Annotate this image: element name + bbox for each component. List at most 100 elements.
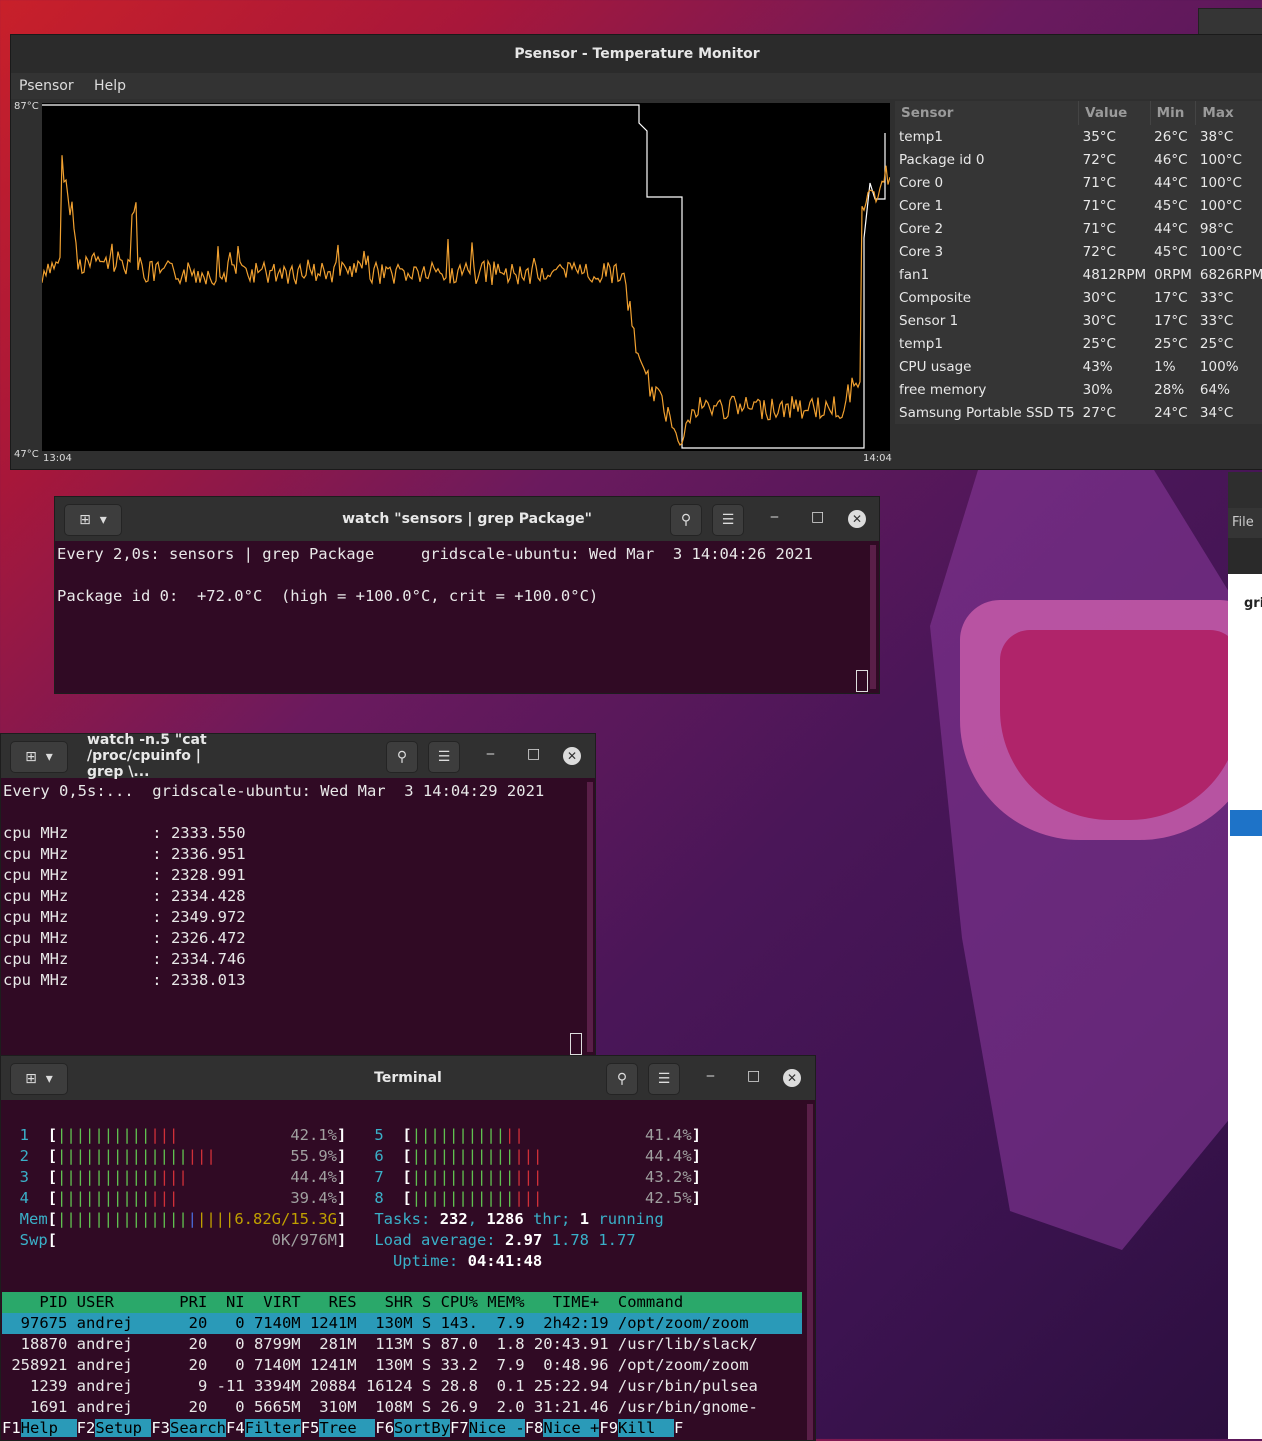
psensor-title: Psensor - Temperature Monitor xyxy=(11,35,1262,73)
fkey-number[interactable]: F9 xyxy=(599,1419,618,1437)
sensor-row[interactable]: Package id 0 72°C 46°C 100°C xyxy=(895,148,1262,171)
terminal1-output[interactable]: Every 2,0s: sensors | grep Package grids… xyxy=(55,541,879,607)
menu-psensor[interactable]: Psensor xyxy=(19,78,74,94)
sensor-name: Core 3 xyxy=(899,243,944,260)
terminal-htop[interactable]: ⊞ ▾ Terminal ⚲ ☰ ‒ □ ✕ 1 [||||||||||||| … xyxy=(0,1055,816,1441)
scrollbar[interactable] xyxy=(587,782,593,1052)
sensor-row[interactable]: Core 3 72°C 45°C 100°C xyxy=(895,240,1262,263)
fkey-label[interactable]: Tree xyxy=(319,1419,376,1437)
process-row[interactable]: 1239 andrej 9 -11 3394M 20884 16124 S 28… xyxy=(2,1376,802,1397)
fkey-number[interactable]: F5 xyxy=(301,1419,320,1437)
fkey-number[interactable]: F7 xyxy=(450,1419,469,1437)
sensor-name: temp1 xyxy=(899,335,943,352)
load-15: 1.77 xyxy=(598,1231,636,1249)
close-button[interactable]: ✕ xyxy=(783,1069,801,1087)
temperature-graph[interactable] xyxy=(42,103,890,451)
fkey-label[interactable]: Filter xyxy=(244,1419,301,1437)
fkey-label[interactable]: Help xyxy=(20,1419,77,1437)
cpu-percent: 42.1% xyxy=(290,1126,338,1144)
terminal-line: Every 0,5s:... gridscale-ubuntu: Wed Mar… xyxy=(3,782,545,800)
hamburger-menu-button[interactable]: ☰ xyxy=(428,741,460,773)
process-row[interactable]: 258921 andrej 20 0 7140M 1241M 130M S 33… xyxy=(2,1355,802,1376)
terminal2-title: watch -n.5 "cat /proc/cpuinfo | grep \..… xyxy=(87,732,207,780)
minimize-button[interactable]: ‒ xyxy=(770,509,779,525)
fkey-number[interactable]: F xyxy=(674,1419,683,1437)
sensor-row[interactable]: Sensor 1 30°C 17°C 33°C xyxy=(895,309,1262,332)
sensor-value: 72°C xyxy=(1082,151,1116,168)
fkey-number[interactable]: F4 xyxy=(226,1419,245,1437)
right-window-selected-item[interactable] xyxy=(1230,810,1262,836)
sensor-name: Package id 0 xyxy=(899,151,985,168)
sensor-max: 34°C xyxy=(1199,404,1234,421)
hamburger-menu-button[interactable]: ☰ xyxy=(648,1063,680,1095)
col-max[interactable]: Max xyxy=(1195,101,1262,125)
sensor-row[interactable]: fan1 4812RPM 0RPM 6826RPM xyxy=(895,263,1262,286)
sensor-row[interactable]: Composite 30°C 17°C 33°C xyxy=(895,286,1262,309)
sensor-max: 33°C xyxy=(1199,289,1234,306)
minimize-button[interactable]: ‒ xyxy=(486,746,495,762)
sensor-max: 98°C xyxy=(1199,220,1234,237)
new-tab-button[interactable]: ⊞ ▾ xyxy=(10,1063,68,1095)
new-tab-button[interactable]: ⊞ ▾ xyxy=(10,741,68,773)
sensor-row[interactable]: temp1 35°C 26°C 38°C xyxy=(895,125,1262,148)
fkey-label[interactable]: Setup xyxy=(95,1419,152,1437)
maximize-button[interactable]: □ xyxy=(527,746,540,762)
scrollbar[interactable] xyxy=(807,1104,813,1440)
sensor-row[interactable]: Samsung Portable SSD T5 27°C 24°C 34°C xyxy=(895,401,1262,424)
fkey-label[interactable]: Kill xyxy=(618,1419,675,1437)
htop-output[interactable]: 1 [||||||||||||| 42.1%] 5 [|||||||||||| … xyxy=(1,1100,815,1438)
col-value[interactable]: Value xyxy=(1078,101,1151,125)
psensor-window[interactable]: Psensor - Temperature Monitor Psensor He… xyxy=(10,34,1262,470)
terminal-watch-cpuinfo[interactable]: ⊞ ▾ watch -n.5 "cat /proc/cpuinfo | grep… xyxy=(0,732,596,1057)
terminal3-title: Terminal xyxy=(374,1070,442,1086)
fkey-number[interactable]: F8 xyxy=(525,1419,544,1437)
search-button[interactable]: ⚲ xyxy=(386,741,418,773)
process-row[interactable]: 18870 andrej 20 0 8799M 281M 113M S 87.0… xyxy=(2,1334,802,1355)
threads-count: 1286 xyxy=(486,1210,524,1228)
sensor-max: 38°C xyxy=(1199,128,1234,145)
scrollbar[interactable] xyxy=(870,545,876,689)
menu-icon: ☰ xyxy=(657,1071,671,1087)
terminal3-headerbar: ⊞ ▾ Terminal ⚲ ☰ ‒ □ ✕ xyxy=(1,1056,815,1100)
sensor-row[interactable]: Core 2 71°C 44°C 98°C xyxy=(895,217,1262,240)
fkey-number[interactable]: F6 xyxy=(375,1419,394,1437)
terminal2-output[interactable]: Every 0,5s:... gridscale-ubuntu: Wed Mar… xyxy=(1,778,595,991)
chevron-down-icon: ▾ xyxy=(45,749,53,765)
fkey-label[interactable]: Nice + xyxy=(543,1419,600,1437)
fkey-label[interactable]: SortBy xyxy=(394,1419,451,1437)
fkey-number[interactable]: F1 xyxy=(2,1419,21,1437)
sensor-row[interactable]: free memory 30% 28% 64% xyxy=(895,378,1262,401)
terminal-line: cpu MHz : 2334.746 xyxy=(3,950,246,968)
menu-help[interactable]: Help xyxy=(94,78,126,94)
sensor-row[interactable]: Core 0 71°C 44°C 100°C xyxy=(895,171,1262,194)
col-sensor[interactable]: Sensor xyxy=(895,101,1080,125)
text-cursor xyxy=(570,1033,582,1055)
close-button[interactable]: ✕ xyxy=(848,510,866,528)
sensor-min: 45°C xyxy=(1154,243,1188,260)
search-button[interactable]: ⚲ xyxy=(606,1063,638,1095)
right-window-menu-file[interactable]: File xyxy=(1228,508,1262,538)
maximize-button[interactable]: □ xyxy=(811,509,824,525)
hamburger-menu-button[interactable]: ☰ xyxy=(712,504,744,536)
search-button[interactable]: ⚲ xyxy=(670,504,702,536)
right-window[interactable]: File gri xyxy=(1228,472,1262,1439)
maximize-button[interactable]: □ xyxy=(747,1068,760,1084)
fkey-label[interactable]: Nice - xyxy=(468,1419,525,1437)
uptime-value: 04:41:48 xyxy=(467,1252,543,1270)
cpu-number: 8 xyxy=(374,1189,384,1207)
sensor-row[interactable]: temp1 25°C 25°C 25°C xyxy=(895,332,1262,355)
col-min[interactable]: Min xyxy=(1150,101,1197,125)
process-row[interactable]: 1691 andrej 20 0 5665M 310M 108M S 26.9 … xyxy=(2,1397,802,1418)
process-row[interactable]: 97675 andrej 20 0 7140M 1241M 130M S 143… xyxy=(2,1313,802,1334)
uptime-label: Uptime: xyxy=(392,1252,459,1270)
terminal-watch-sensors[interactable]: ⊞ ▾ watch "sensors | grep Package" ⚲ ☰ ‒… xyxy=(54,496,880,694)
close-button[interactable]: ✕ xyxy=(563,747,581,765)
sensor-row[interactable]: CPU usage 43% 1% 100% xyxy=(895,355,1262,378)
fkey-number[interactable]: F3 xyxy=(151,1419,170,1437)
fkey-label[interactable]: Search xyxy=(170,1419,227,1437)
minimize-button[interactable]: ‒ xyxy=(706,1068,715,1084)
new-tab-button[interactable]: ⊞ ▾ xyxy=(64,504,122,536)
fkey-number[interactable]: F2 xyxy=(77,1419,96,1437)
sensor-row[interactable]: Core 1 71°C 45°C 100°C xyxy=(895,194,1262,217)
